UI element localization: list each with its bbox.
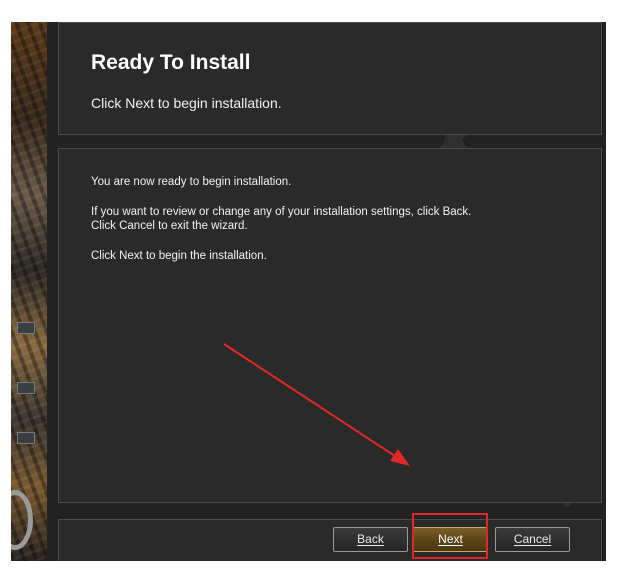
next-message: Click Next to begin the installation. xyxy=(91,250,267,262)
review-message: If you want to review or change any of y… xyxy=(91,206,472,218)
artwork-chip xyxy=(17,432,35,444)
button-bar: Back Next Cancel xyxy=(58,519,602,561)
ready-message: You are now ready to begin installation. xyxy=(91,176,292,188)
artwork-wheel xyxy=(11,490,33,550)
installer-window: Ready To Install Click Next to begin ins… xyxy=(11,22,606,561)
artwork-chip xyxy=(17,382,35,394)
cancel-message: Click Cancel to exit the wizard. xyxy=(91,220,248,232)
screenshot: Ready To Install Click Next to begin ins… xyxy=(0,0,618,583)
back-button[interactable]: Back xyxy=(333,527,408,552)
next-button[interactable]: Next xyxy=(413,527,488,552)
cancel-button[interactable]: Cancel xyxy=(495,527,570,552)
content-panel: You are now ready to begin installation.… xyxy=(58,148,602,503)
header-panel: Ready To Install Click Next to begin ins… xyxy=(58,22,602,135)
page-subtitle: Click Next to begin installation. xyxy=(91,95,282,111)
artwork-chip xyxy=(17,322,35,334)
decorative-artwork xyxy=(11,22,47,561)
page-title: Ready To Install xyxy=(91,51,251,74)
